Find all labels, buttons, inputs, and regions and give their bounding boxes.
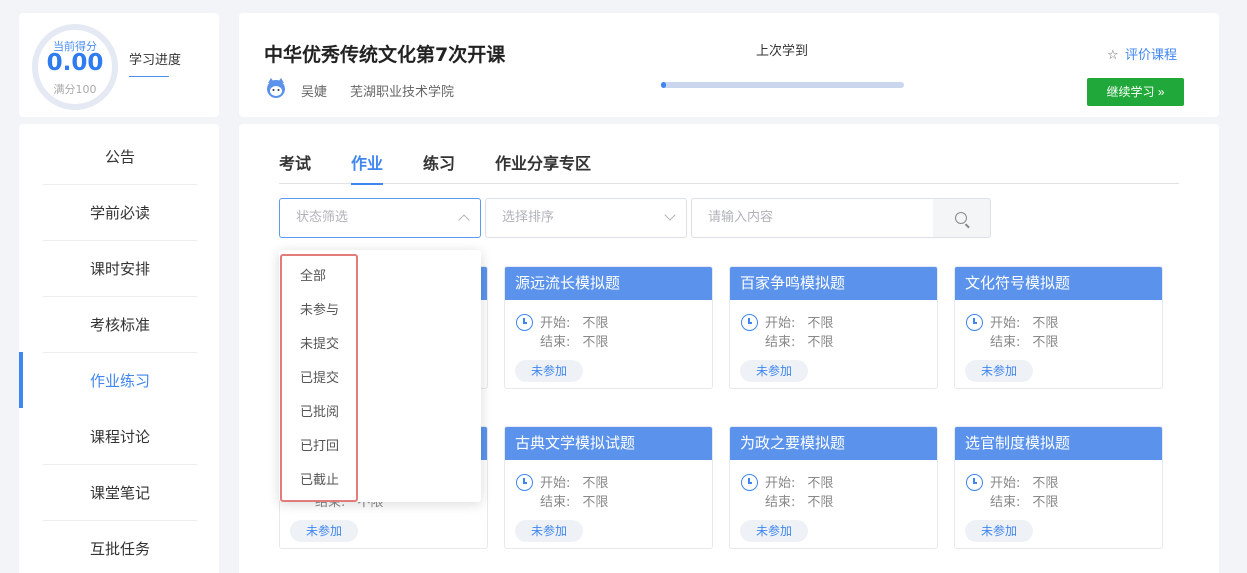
progress-underline	[129, 76, 169, 77]
status-badge: 未参加	[515, 360, 583, 382]
tab-practice[interactable]: 练习	[423, 152, 455, 184]
rate-course-label: 评价课程	[1125, 48, 1178, 63]
sidebar-item-pre-reading[interactable]: 学前必读	[43, 185, 197, 241]
task-start: 开始:不限	[990, 316, 1059, 331]
tab-exam[interactable]: 考试	[279, 152, 311, 184]
clock-icon	[516, 474, 533, 491]
task-start: 开始:不限	[765, 316, 834, 331]
score-ring: 当前得分 0.00 满分100	[32, 24, 118, 110]
score-value: 0.00	[46, 50, 104, 76]
task-card[interactable]: 文化符号模拟题 开始: 不限 结束: 不限 未参加	[954, 266, 1163, 389]
score-panel: 当前得分 0.00 满分100 学习进度	[19, 13, 219, 117]
clock-icon	[516, 314, 533, 331]
school-name: 芜湖职业技术学院	[350, 85, 455, 100]
task-card-title: 古典文学模拟试题	[505, 427, 712, 460]
task-card[interactable]: 为政之要模拟题 开始: 不限 结束: 不限 未参加	[729, 426, 938, 549]
sidebar-item-announcement[interactable]: 公告	[43, 129, 197, 185]
task-card[interactable]: 百家争鸣模拟题 开始: 不限 结束: 不限 未参加	[729, 266, 938, 389]
status-option-submitted[interactable]: 已提交	[300, 367, 339, 386]
course-progress-bar	[661, 82, 904, 88]
sort-placeholder: 选择排序	[502, 210, 555, 225]
clock-icon	[966, 314, 983, 331]
sort-select[interactable]: 选择排序	[485, 198, 687, 238]
search-icon	[955, 212, 967, 224]
task-start: 开始:不限	[540, 316, 609, 331]
score-full: 满分100	[53, 83, 97, 96]
task-start: 开始:不限	[765, 476, 834, 491]
study-progress-title: 学习进度	[129, 53, 182, 68]
task-end: 结束:不限	[990, 495, 1059, 510]
tab-homework[interactable]: 作业	[351, 152, 384, 185]
status-option-returned[interactable]: 已打回	[300, 435, 339, 454]
status-badge: 未参加	[965, 520, 1033, 542]
tab-bar: 考试 作业 练习 作业分享专区	[279, 152, 1179, 185]
status-option-all[interactable]: 全部	[300, 265, 326, 284]
sidebar: 公告 学前必读 课时安排 考核标准 作业练习 课程讨论 课堂笔记 互批任务	[19, 124, 219, 573]
chevron-up-icon	[458, 214, 470, 226]
task-card-title: 源远流长模拟题	[505, 267, 712, 300]
task-end: 结束:不限	[990, 335, 1059, 350]
task-start: 开始:不限	[990, 476, 1059, 491]
task-card-title: 选官制度模拟题	[955, 427, 1162, 460]
task-card[interactable]: 古典文学模拟试题 开始: 不限 结束: 不限 未参加	[504, 426, 713, 549]
task-card[interactable]: 选官制度模拟题 开始: 不限 结束: 不限 未参加	[954, 426, 1163, 549]
star-icon: ☆	[1107, 48, 1119, 63]
status-option-closed[interactable]: 已截止	[300, 469, 339, 488]
status-filter-placeholder: 状态筛选	[296, 210, 349, 225]
task-end: 结束:不限	[540, 335, 609, 350]
search-placeholder: 请输入内容	[708, 210, 774, 225]
status-badge: 未参加	[740, 520, 808, 542]
status-option-graded[interactable]: 已批阅	[300, 401, 339, 420]
sidebar-item-discussion[interactable]: 课程讨论	[43, 409, 197, 465]
sidebar-item-homework[interactable]: 作业练习	[43, 353, 197, 409]
sidebar-item-notes[interactable]: 课堂笔记	[43, 465, 197, 521]
sidebar-item-schedule[interactable]: 课时安排	[43, 241, 197, 297]
status-filter-select[interactable]: 状态筛选	[279, 198, 481, 238]
clock-icon	[741, 314, 758, 331]
teacher-avatar	[267, 78, 285, 98]
status-badge: 未参加	[740, 360, 808, 382]
task-card-title: 文化符号模拟题	[955, 267, 1162, 300]
sidebar-item-assessment[interactable]: 考核标准	[43, 297, 197, 353]
task-end: 结束:不限	[765, 335, 834, 350]
clock-icon	[966, 474, 983, 491]
course-progress-fill	[661, 82, 666, 88]
task-end: 结束:不限	[765, 495, 834, 510]
teacher-name: 吴婕	[301, 85, 328, 100]
status-dropdown: 全部 未参与 未提交 已提交 已批阅 已打回 已截止	[279, 250, 481, 502]
task-card[interactable]: 源远流长模拟题 开始: 不限 结束: 不限 未参加	[504, 266, 713, 389]
chevron-down-icon	[664, 209, 676, 221]
task-card-title: 百家争鸣模拟题	[730, 267, 937, 300]
status-badge: 未参加	[290, 520, 358, 542]
course-title: 中华优秀传统文化第7次开课	[264, 44, 506, 66]
task-card-title: 为政之要模拟题	[730, 427, 937, 460]
status-badge: 未参加	[515, 520, 583, 542]
status-option-not-submitted[interactable]: 未提交	[300, 333, 339, 352]
search-input[interactable]: 请输入内容	[691, 198, 934, 238]
status-badge: 未参加	[965, 360, 1033, 382]
clock-icon	[741, 474, 758, 491]
continue-study-button[interactable]: 继续学习 »	[1087, 78, 1184, 106]
tab-homework-share[interactable]: 作业分享专区	[495, 152, 591, 184]
task-start: 开始:不限	[540, 476, 609, 491]
last-studied-label: 上次学到	[756, 44, 809, 59]
course-header: 中华优秀传统文化第7次开课 吴婕 芜湖职业技术学院 上次学到 ☆ 评价课程 继续学…	[239, 13, 1219, 117]
rate-course-link[interactable]: ☆ 评价课程	[1107, 44, 1177, 63]
sidebar-item-peer-review[interactable]: 互批任务	[43, 521, 197, 573]
task-end: 结束:不限	[540, 495, 609, 510]
search-button[interactable]	[933, 198, 991, 238]
status-option-not-joined[interactable]: 未参与	[300, 299, 339, 318]
sidebar-active-indicator	[19, 352, 23, 408]
